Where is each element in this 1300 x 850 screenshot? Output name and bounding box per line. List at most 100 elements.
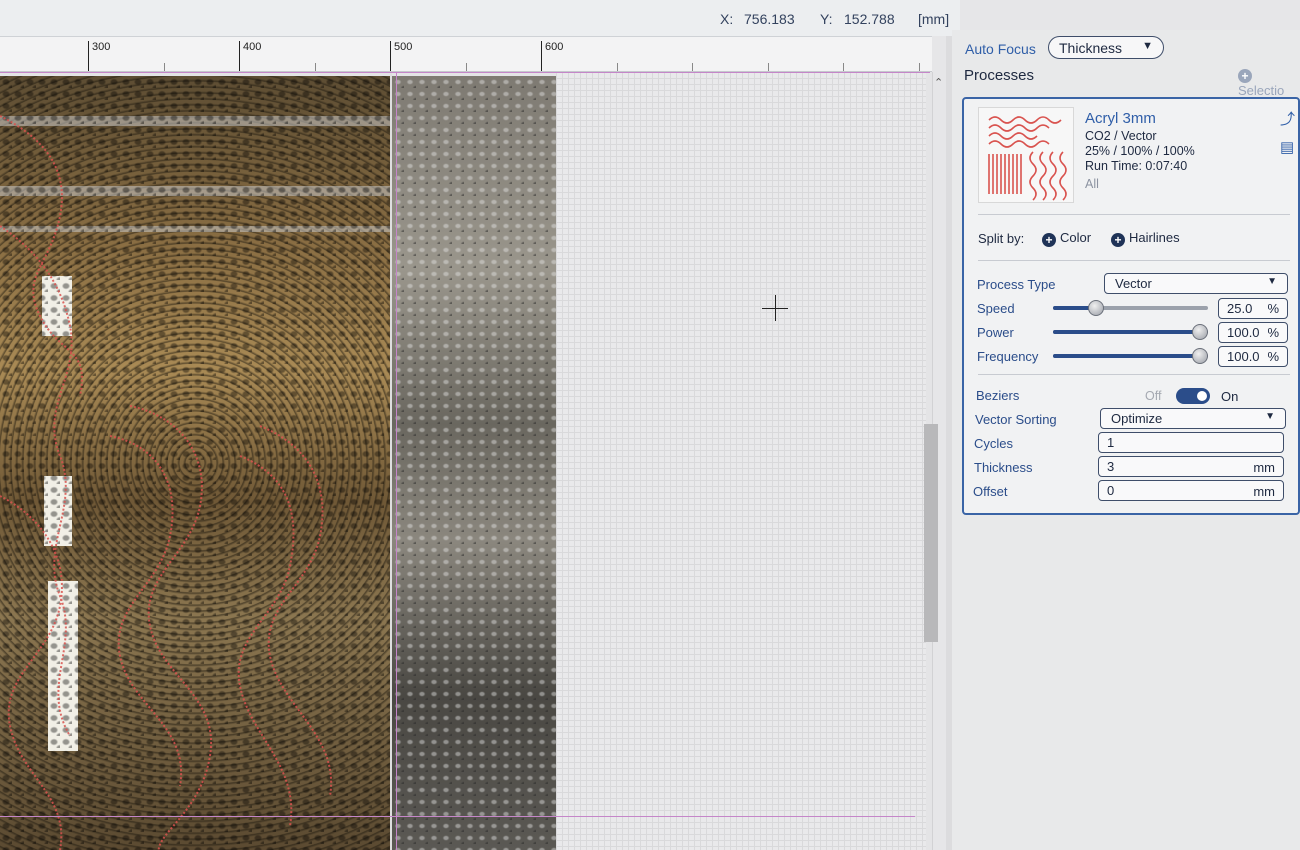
power-value: 100.0 xyxy=(1227,325,1260,340)
honeycomb-mesh xyxy=(392,76,556,850)
separator xyxy=(978,260,1290,261)
vector-sorting-label: Vector Sorting xyxy=(975,412,1057,427)
cycles-label: Cycles xyxy=(974,436,1014,451)
cut-path xyxy=(0,115,83,397)
power-slider[interactable] xyxy=(1053,324,1208,340)
scrollbar-thumb[interactable] xyxy=(924,424,938,642)
speed-slider-fill xyxy=(1053,306,1092,310)
camera-image-right xyxy=(392,76,556,850)
beziers-off-label: Off xyxy=(1145,389,1162,403)
auto-focus-label: Auto Focus xyxy=(965,41,1036,57)
process-name[interactable]: Acryl 3mm xyxy=(1085,110,1156,127)
speed-value: 25.0 xyxy=(1227,301,1253,316)
cut-path xyxy=(129,405,213,850)
ruler-label-600: 600 xyxy=(545,41,564,53)
split-by-color-button[interactable]: + Color xyxy=(1042,230,1091,247)
vector-sorting-value: Optimize xyxy=(1111,411,1163,426)
export-settings-icon[interactable]: ▤ xyxy=(1280,138,1294,156)
power-slider-handle[interactable] xyxy=(1192,324,1208,340)
process-scope: All xyxy=(1085,177,1099,191)
ruler-minor-tick xyxy=(617,63,618,71)
speed-input[interactable]: 25.0 % xyxy=(1218,298,1288,319)
frequency-value: 100.0 xyxy=(1227,349,1260,364)
plus-circle-icon: + xyxy=(1111,233,1125,247)
scroll-up-icon[interactable]: ⌃ xyxy=(934,76,943,89)
power-slider-fill xyxy=(1053,330,1208,334)
x-label: X: xyxy=(720,11,734,27)
process-settings-summary: 25% / 100% / 100% xyxy=(1085,144,1195,158)
ruler-minor-tick xyxy=(466,63,467,71)
vector-sorting-select[interactable]: Optimize ▼ xyxy=(1100,408,1286,429)
speed-slider-handle[interactable] xyxy=(1087,300,1104,316)
separator xyxy=(978,374,1290,375)
thickness-value: 3 xyxy=(1107,459,1115,474)
ruler-minor-tick xyxy=(315,63,316,71)
frequency-input[interactable]: 100.0 % xyxy=(1218,346,1288,367)
ruler-label-400: 400 xyxy=(243,41,262,53)
ruler-tick xyxy=(239,41,240,71)
beziers-toggle[interactable] xyxy=(1176,388,1210,404)
cycles-input[interactable]: 1 xyxy=(1098,432,1284,453)
split-option-label: Hairlines xyxy=(1129,230,1180,245)
cut-path xyxy=(0,225,73,737)
split-by-hairlines-button[interactable]: + Hairlines xyxy=(1111,230,1180,247)
coordinate-unit: [mm] xyxy=(918,11,950,27)
offset-input[interactable]: 0 mm xyxy=(1098,480,1284,501)
process-type-value: Vector xyxy=(1115,276,1152,291)
ruler-minor-tick xyxy=(164,63,165,71)
beziers-label: Beziers xyxy=(976,388,1020,403)
plus-circle-icon: + xyxy=(1042,233,1056,247)
y-label: Y: xyxy=(820,11,833,27)
beziers-on-label: On xyxy=(1221,389,1239,404)
frequency-slider-fill xyxy=(1053,354,1208,358)
frequency-label: Frequency xyxy=(977,349,1039,364)
split-by-label: Split by: xyxy=(978,231,1025,246)
add-selection-label: Selectio xyxy=(1238,83,1285,98)
frequency-slider-handle[interactable] xyxy=(1192,348,1208,364)
separator xyxy=(978,214,1290,215)
speed-label: Speed xyxy=(977,301,1015,316)
process-type-label: Process Type xyxy=(977,277,1056,292)
power-input[interactable]: 100.0 % xyxy=(1218,322,1288,343)
dropdown-arrow-icon: ▼ xyxy=(1267,276,1277,287)
ruler-label-300: 300 xyxy=(92,41,111,53)
coordinate-bar: X: 756.183 Y: 152.788 [mm] xyxy=(0,0,960,36)
thickness-unit: mm xyxy=(1253,460,1275,475)
y-coordinate: 152.788 xyxy=(844,11,895,27)
add-selection-button[interactable]: +Selectio xyxy=(1238,66,1300,98)
thickness-input[interactable]: 3 mm xyxy=(1098,456,1284,477)
cut-path xyxy=(109,435,183,787)
ruler-minor-tick xyxy=(843,63,844,71)
process-type-select[interactable]: Vector ▼ xyxy=(1104,273,1288,294)
ruler-tick xyxy=(88,41,89,71)
speed-slider[interactable] xyxy=(1053,300,1208,316)
auto-focus-select[interactable]: Thickness ▼ xyxy=(1048,36,1164,59)
frequency-unit: % xyxy=(1267,349,1279,364)
import-settings-icon[interactable]: ⤴ xyxy=(1280,108,1295,129)
auto-focus-value: Thickness xyxy=(1059,40,1123,56)
ruler-minor-tick xyxy=(768,63,769,71)
x-coordinate: 756.183 xyxy=(744,11,795,27)
ruler-tick xyxy=(390,41,391,71)
dropdown-arrow-icon: ▼ xyxy=(1142,40,1153,52)
cut-paths-overlay xyxy=(0,115,333,850)
ruler-minor-tick xyxy=(919,63,920,71)
cursor-crosshair xyxy=(775,295,776,321)
offset-label: Offset xyxy=(973,484,1008,499)
split-option-label: Color xyxy=(1060,230,1092,245)
processes-heading: Processes xyxy=(964,67,1035,84)
frequency-slider[interactable] xyxy=(1053,348,1208,364)
power-unit: % xyxy=(1267,325,1279,340)
thickness-label: Thickness xyxy=(974,460,1033,475)
toggle-knob xyxy=(1197,391,1207,401)
process-preview-icon xyxy=(988,116,1067,201)
speed-unit: % xyxy=(1267,301,1279,316)
power-label: Power xyxy=(977,325,1014,340)
horizontal-ruler: 300 400 500 600 xyxy=(0,36,952,72)
camera-image-left xyxy=(0,76,390,850)
workspace-grid[interactable] xyxy=(556,72,926,850)
job-canvas[interactable] xyxy=(0,72,940,850)
offset-unit: mm xyxy=(1253,484,1275,499)
ruler-tick xyxy=(541,41,542,71)
cycles-value: 1 xyxy=(1107,435,1115,450)
